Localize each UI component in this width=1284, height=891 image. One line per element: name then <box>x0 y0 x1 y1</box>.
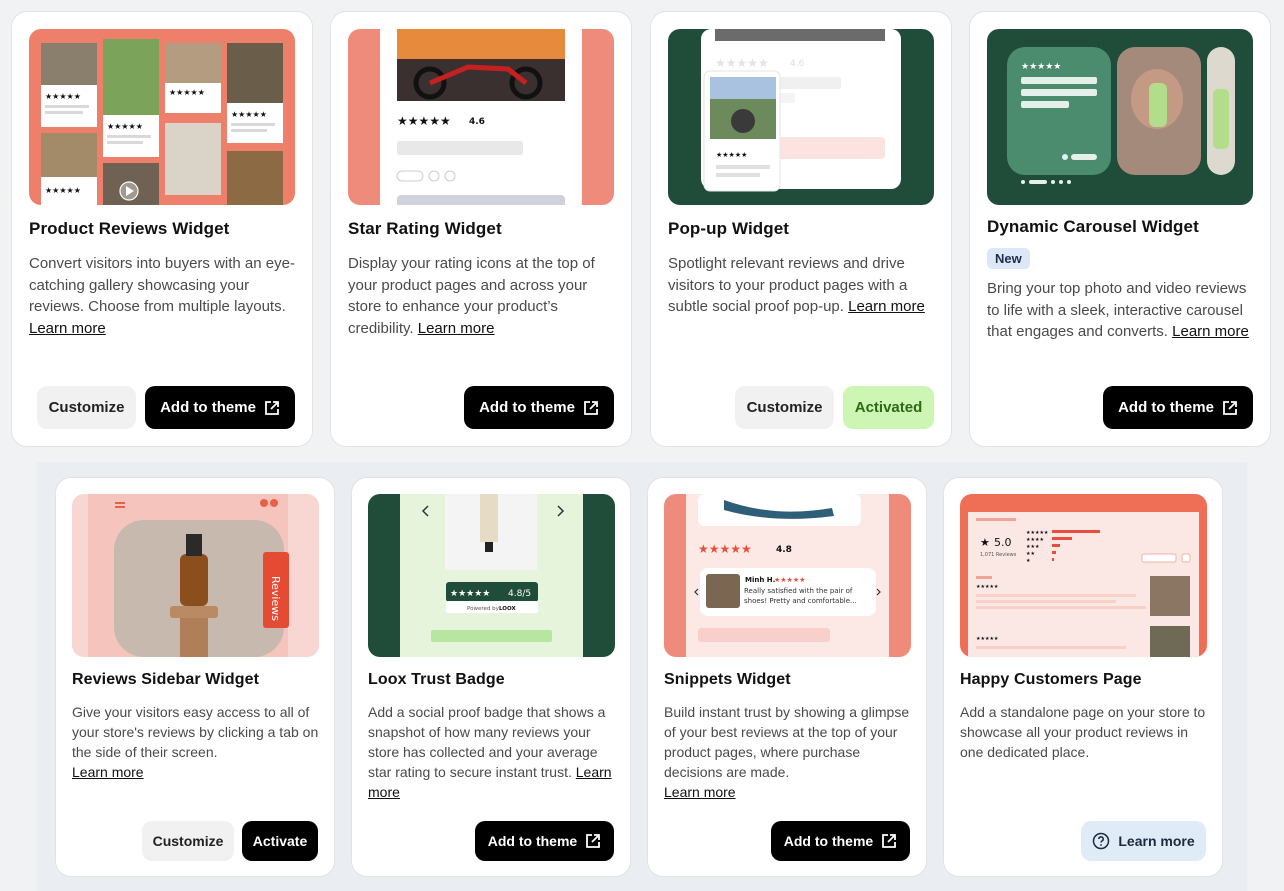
add-to-theme-button[interactable]: Add to theme <box>1103 386 1253 429</box>
customize-button[interactable]: Customize <box>37 386 136 429</box>
svg-text:★★: ★★ <box>1026 551 1035 557</box>
happy-customers-page-card: ★ 5.0 1,071 Reviews ★★★★★ ★★★★ ★★★ ★★ ★ ★★★★… <box>943 477 1223 877</box>
svg-text:Minh H.: Minh H. <box>745 576 775 584</box>
product-reviews-widget-card: ★★★★★ ★★★★★ ★★★★★ ★★★★★ ★★★★★ Product Re… <box>11 11 313 447</box>
svg-text:★★★★★: ★★★★★ <box>716 151 747 159</box>
external-link-icon <box>584 400 598 415</box>
activate-button[interactable]: Activate <box>242 821 318 861</box>
add-to-theme-button[interactable]: Add to theme <box>145 386 295 429</box>
svg-text:★: ★ <box>980 536 990 549</box>
card-description: Spotlight relevant reviews and drive vis… <box>668 255 925 316</box>
star-rating-thumbnail: ★★★★★ 4.6 <box>348 29 614 205</box>
activated-status-button[interactable]: Activated <box>843 386 934 429</box>
reviews-sidebar-thumbnail: Reviews <box>72 494 319 657</box>
external-link-icon <box>1223 400 1237 415</box>
learn-more-link[interactable]: Learn more <box>1172 323 1249 340</box>
svg-text:4.6: 4.6 <box>790 59 805 69</box>
svg-text:★★★★★: ★★★★★ <box>1021 62 1061 72</box>
snippets-widget-card: ★★★★★ 4.8 Minh H. ★★★★★ Really satisfied… <box>647 477 927 877</box>
customize-button[interactable]: Customize <box>142 821 234 861</box>
svg-text:Reviews: Reviews <box>269 576 282 621</box>
help-circle-icon <box>1093 832 1110 850</box>
card-title: Pop-up Widget <box>668 219 790 238</box>
card-title: Happy Customers Page <box>960 671 1142 688</box>
svg-text:★★★★★: ★★★★★ <box>397 114 451 128</box>
svg-text:5.0: 5.0 <box>994 536 1012 549</box>
svg-text:★★★★★: ★★★★★ <box>45 186 81 195</box>
svg-text:★★★★★: ★★★★★ <box>231 110 267 119</box>
svg-text:★★★★★: ★★★★★ <box>1026 530 1049 536</box>
reviews-sidebar-widget-card: Reviews Reviews Sidebar Widget Give your… <box>55 477 335 877</box>
learn-more-link[interactable]: Learn more <box>72 764 144 780</box>
loox-trust-badge-card: ★★★★★ 4.8/5 Powered by LOOX Loox Trust B… <box>351 477 631 877</box>
svg-text:★★★★★: ★★★★★ <box>107 122 143 131</box>
svg-text:★★★★★: ★★★★★ <box>715 56 769 70</box>
customize-button[interactable]: Customize <box>735 386 834 429</box>
card-description: Convert visitors into buyers with an eye… <box>29 255 295 337</box>
product-reviews-thumbnail: ★★★★★ ★★★★★ ★★★★★ ★★★★★ ★★★★★ <box>29 29 295 205</box>
learn-more-link[interactable]: Learn more <box>848 298 925 315</box>
card-description: Add a standalone page on your store to s… <box>960 704 1206 760</box>
star-rating-widget-card: ★★★★★ 4.6 Star Rating Widget Display you… <box>330 11 632 447</box>
svg-text:★: ★ <box>1026 558 1031 564</box>
card-description: Display your rating icons at the top of … <box>348 255 595 337</box>
card-title: Snippets Widget <box>664 671 791 688</box>
card-title: Loox Trust Badge <box>368 671 505 688</box>
learn-more-button[interactable]: Learn more <box>1081 821 1206 861</box>
card-title: Product Reviews Widget <box>29 219 230 238</box>
snippets-thumbnail: ★★★★★ 4.8 Minh H. ★★★★★ Really satisfied… <box>664 494 911 657</box>
add-to-theme-button[interactable]: Add to theme <box>464 386 614 429</box>
svg-text:★★★★★: ★★★★★ <box>169 88 205 97</box>
svg-text:4.6: 4.6 <box>469 117 485 127</box>
learn-more-link[interactable]: Learn more <box>664 784 736 800</box>
svg-text:★★★★★: ★★★★★ <box>698 542 752 556</box>
svg-text:★★★★★: ★★★★★ <box>45 92 81 101</box>
trust-badge-thumbnail: ★★★★★ 4.8/5 Powered by LOOX <box>368 494 615 657</box>
svg-text:4.8: 4.8 <box>776 545 792 555</box>
learn-more-link[interactable]: Learn more <box>418 320 495 337</box>
learn-more-link[interactable]: Learn more <box>29 320 106 337</box>
external-link-icon <box>265 400 279 415</box>
card-description: Add a social proof badge that shows a sn… <box>368 704 612 800</box>
dynamic-carousel-widget-card: ★★★★★ Dynamic Carousel Widget New Bring … <box>969 11 1271 447</box>
svg-text:★★★★: ★★★★ <box>1026 537 1044 543</box>
card-description: Bring your top photo and video reviews t… <box>987 280 1249 341</box>
card-description: Build instant trust by showing a glimpse… <box>664 704 910 800</box>
dynamic-carousel-thumbnail: ★★★★★ <box>987 29 1253 205</box>
add-to-theme-button[interactable]: Add to theme <box>771 821 910 861</box>
happy-customers-thumbnail: ★ 5.0 1,071 Reviews ★★★★★ ★★★★ ★★★ ★★ ★ ★★★★… <box>960 494 1207 657</box>
external-link-icon <box>586 834 601 848</box>
svg-text:★★★★★: ★★★★★ <box>774 576 805 584</box>
external-link-icon <box>882 834 897 848</box>
card-title: Dynamic Carousel Widget <box>987 217 1199 236</box>
svg-text:LOOX: LOOX <box>499 606 516 612</box>
svg-text:★★★: ★★★ <box>1026 544 1040 550</box>
popup-widget-thumbnail: ★★★★★ 4.6 ★★★★★ <box>668 29 934 205</box>
svg-text:1,071 Reviews: 1,071 Reviews <box>980 552 1017 558</box>
popup-widget-card: ★★★★★ 4.6 ★★★★★ Pop-up Widget Spotlight … <box>650 11 952 447</box>
svg-text:★★★★★: ★★★★★ <box>976 584 999 590</box>
card-description: Give your visitors easy access to all of… <box>72 704 319 780</box>
new-badge: New <box>987 248 1030 269</box>
card-title: Reviews Sidebar Widget <box>72 671 259 688</box>
svg-text:4.8/5: 4.8/5 <box>508 589 531 599</box>
svg-text:★★★★★: ★★★★★ <box>976 636 999 642</box>
add-to-theme-button[interactable]: Add to theme <box>475 821 614 861</box>
card-title: Star Rating Widget <box>348 219 502 238</box>
svg-text:Powered by: Powered by <box>467 606 500 612</box>
svg-text:★★★★★: ★★★★★ <box>450 589 490 599</box>
